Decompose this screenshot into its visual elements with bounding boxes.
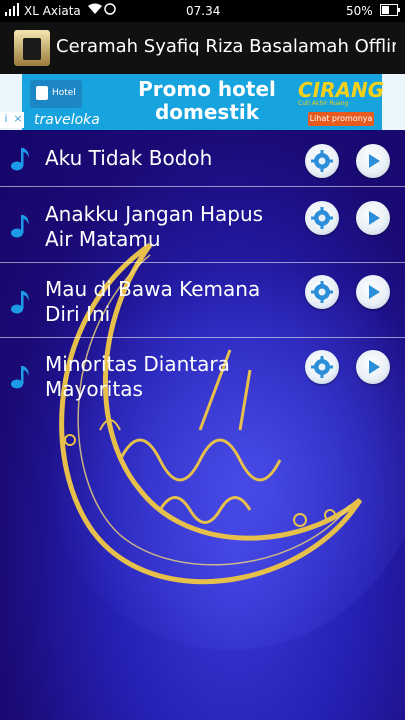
app-bar: Ceramah Syafiq Riza Basalamah Offline <box>0 22 405 74</box>
settings-button[interactable] <box>305 201 339 235</box>
info-icon[interactable]: i <box>0 112 12 128</box>
gear-icon <box>311 356 333 378</box>
hotel-label: Hotel <box>52 88 76 98</box>
music-note-icon <box>11 291 29 314</box>
track-row[interactable]: Aku Tidak Bodoh <box>0 130 405 187</box>
close-icon[interactable]: × <box>12 112 24 128</box>
traveloka-logo: traveloka <box>34 112 100 128</box>
music-note-icon <box>11 215 29 238</box>
play-button[interactable] <box>356 201 390 235</box>
track-title[interactable]: Aku Tidak Bodoh <box>45 146 295 171</box>
settings-button[interactable] <box>305 275 339 309</box>
clock: 07.34 <box>186 4 221 18</box>
track-row[interactable]: Anakku Jangan Hapus Air Matamu <box>0 187 405 263</box>
hotel-icon <box>36 86 48 100</box>
whatsapp-icon <box>104 3 116 18</box>
battery-icon <box>380 4 400 19</box>
play-button[interactable] <box>356 144 390 178</box>
hotel-badge: Hotel <box>30 80 82 108</box>
wifi-icon <box>88 3 102 18</box>
ad-headline: Promo hotel domestik <box>122 78 292 124</box>
play-button[interactable] <box>356 350 390 384</box>
play-icon <box>369 211 380 225</box>
settings-button[interactable] <box>305 350 339 384</box>
play-icon <box>369 360 380 374</box>
app-title: Ceramah Syafiq Riza Basalamah Offline <box>56 36 396 57</box>
carrier-name: XL Axiata <box>24 4 81 18</box>
ad-headline-line2: domestik <box>154 100 260 124</box>
music-note-icon <box>11 366 29 389</box>
ad-headline-line1: Promo hotel <box>138 77 276 101</box>
track-title[interactable]: Anakku Jangan Hapus Air Matamu <box>45 202 295 252</box>
battery-percent: 50% <box>346 4 373 18</box>
gear-icon <box>311 150 333 172</box>
app-logo <box>14 30 50 66</box>
music-note-icon <box>11 148 29 171</box>
ad-cta-button[interactable]: Lihat promonya <box>308 112 374 126</box>
gear-icon <box>311 207 333 229</box>
play-icon <box>369 154 380 168</box>
cirang-logo: CIRANG <box>298 78 385 102</box>
track-list: Aku Tidak Bodoh Anakku Jangan Hapus Air … <box>0 130 405 720</box>
status-bar: XL Axiata 07.34 50% <box>0 0 405 22</box>
signal-icon <box>4 3 20 20</box>
track-row[interactable]: Minoritas Diantara Mayoritas <box>0 338 405 412</box>
track-title[interactable]: Mau di Bawa Kemana Diri Ini <box>45 277 295 327</box>
track-title[interactable]: Minoritas Diantara Mayoritas <box>45 352 295 402</box>
cirang-tagline: Cuti Akhir Ruang <box>298 100 349 107</box>
settings-button[interactable] <box>305 144 339 178</box>
ad-content[interactable]: Hotel traveloka Promo hotel domestik CIR… <box>22 74 385 130</box>
play-button[interactable] <box>356 275 390 309</box>
play-icon <box>369 285 380 299</box>
ad-banner[interactable]: Hotel traveloka Promo hotel domestik CIR… <box>0 74 405 130</box>
gear-icon <box>311 281 333 303</box>
track-row[interactable]: Mau di Bawa Kemana Diri Ini <box>0 263 405 338</box>
